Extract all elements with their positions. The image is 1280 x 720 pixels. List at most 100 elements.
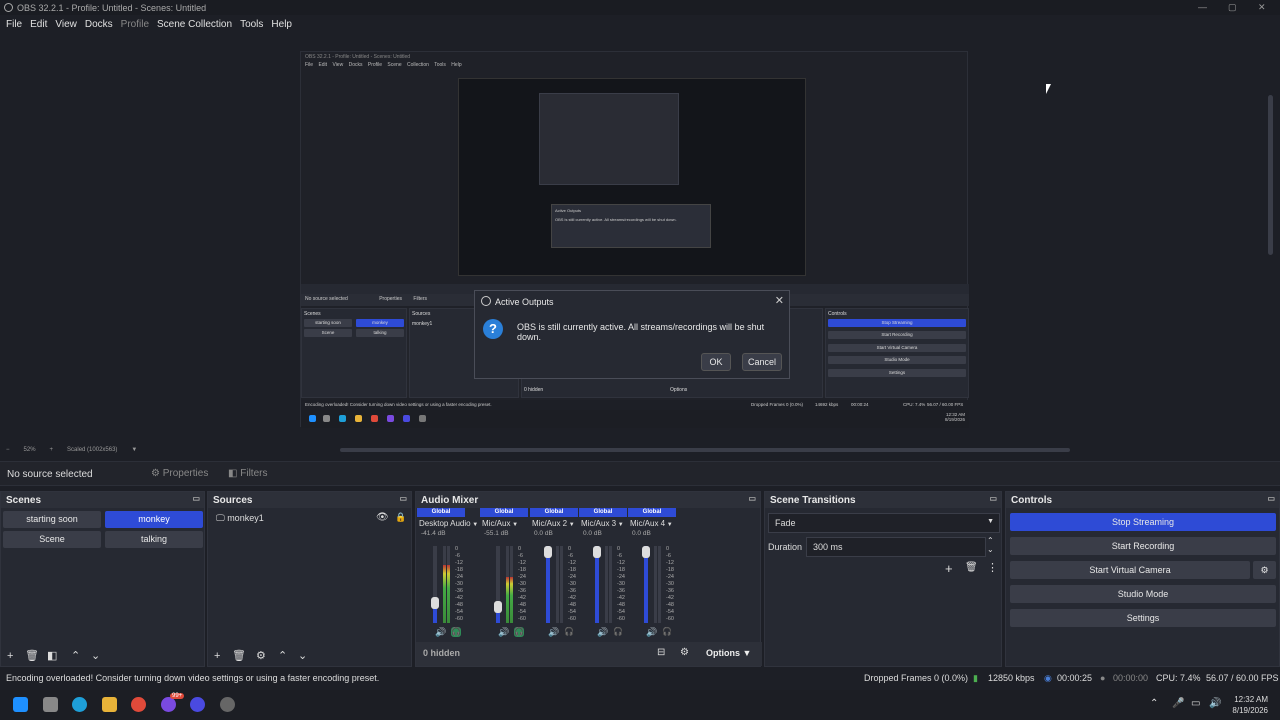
task-view-icon[interactable] [43,697,58,712]
settings-button[interactable]: Settings [1010,609,1276,627]
menu-help[interactable]: Help [271,19,292,30]
volume-handle[interactable] [494,601,502,614]
discord-icon[interactable] [161,697,176,712]
mute-icon[interactable]: 🔊 [597,627,608,638]
duration-stepper[interactable]: ⌃ ⌄ [987,536,994,554]
popout-icon[interactable]: ▭ [192,494,200,503]
monitor-headphones-icon[interactable]: 🎧 [564,627,574,637]
menu-edit[interactable]: Edit [30,19,47,30]
gear-icon[interactable]: ⚙ [256,649,266,662]
volume-slider[interactable] [642,546,650,623]
scene-item-talking[interactable]: talking [105,531,203,548]
duration-input[interactable]: 300 ms [806,537,986,557]
add-icon[interactable]: + [945,561,953,576]
studio-mode-button[interactable]: Studio Mode [1010,585,1276,603]
volume-handle[interactable] [593,546,601,558]
virtual-camera-settings-button[interactable]: ⚙ [1253,561,1276,579]
mute-icon[interactable]: 🔊 [498,627,509,638]
active-outputs-dialog: Active Outputs ✕ ? OBS is still currentl… [474,290,790,379]
eye-icon[interactable]: 👁 [376,512,389,523]
monitor-headphones-icon[interactable]: 🎧 [514,627,524,637]
folder-icon[interactable] [102,697,117,712]
transition-select[interactable]: Fade ▼ [768,513,1000,533]
mute-icon[interactable]: 🔊 [435,627,446,638]
properties-button[interactable]: ⚙ Properties [151,468,208,479]
obs-icon[interactable] [220,697,235,712]
trash-icon[interactable]: 🗑 [25,649,39,662]
menu-file[interactable]: File [6,19,22,30]
maximize-button[interactable]: ▢ [1228,2,1237,13]
minimize-button[interactable]: — [1198,2,1207,12]
volume-slider[interactable] [544,546,552,623]
menu-view[interactable]: View [55,19,77,30]
channel-name[interactable]: Mic/Aux 3 ▼ [579,517,627,530]
volume-slider[interactable] [431,546,439,623]
add-icon[interactable]: + [7,650,13,662]
chevron-down-icon: ▼ [616,522,624,528]
edge-icon[interactable] [72,697,87,712]
volume-handle[interactable] [642,546,650,558]
microphone-icon[interactable]: 🎤 [1172,698,1184,709]
close-button[interactable]: ✕ [1258,2,1266,13]
chevron-down-icon[interactable]: ▼ [131,447,137,453]
menu-profile[interactable]: Profile [121,19,149,30]
move-up-icon[interactable]: ⌃ [278,649,287,662]
channel-name[interactable]: Mic/Aux 4 ▼ [628,517,676,530]
chrome-icon[interactable] [131,697,146,712]
start-virtual-camera-button[interactable]: Start Virtual Camera [1010,561,1250,579]
add-icon[interactable]: + [214,650,220,662]
menu-tools[interactable]: Tools [240,19,263,30]
popout-icon[interactable]: ▭ [748,494,756,503]
meter-scale-tick: -54 [455,609,463,615]
scene-item-monkey[interactable]: monkey [105,511,203,528]
stop-streaming-button[interactable]: Stop Streaming [1010,513,1276,531]
mixer-options-button[interactable]: Options ▼ [706,648,751,658]
move-down-icon[interactable]: ⌄ [298,649,307,662]
start-recording-button[interactable]: Start Recording [1010,537,1276,555]
menu-docks[interactable]: Docks [85,19,113,30]
channel-name[interactable]: Desktop Audio ▼ [417,517,478,530]
popout-icon[interactable]: ▭ [399,494,407,503]
monitor-headphones-icon[interactable]: 🎧 [451,627,461,637]
monitor-headphones-icon[interactable]: 🎧 [662,627,672,637]
channel-name[interactable]: Mic/Aux 2 ▼ [530,517,578,530]
cancel-button[interactable]: Cancel [742,353,782,371]
windows-start-icon[interactable] [13,697,28,712]
move-down-icon[interactable]: ⌄ [91,649,100,662]
scene-item-starting-soon[interactable]: starting soon [3,511,101,528]
channel-name[interactable]: Mic/Aux ▼ [480,517,528,530]
menu-scene-collection[interactable]: Scene Collection [157,19,232,30]
source-label: monkey1 [227,513,264,523]
popout-icon[interactable]: ▭ [989,494,997,503]
volume-slider[interactable] [593,546,601,623]
close-icon[interactable]: ✕ [775,294,784,307]
filters-button[interactable]: ◧ Filters [228,468,267,479]
ok-button[interactable]: OK [701,353,731,371]
volume-icon[interactable]: 🔊 [1209,698,1221,709]
layout-icon[interactable]: ⊟ [657,647,665,658]
volume-handle[interactable] [431,596,439,609]
lock-icon[interactable]: 🔒 [395,512,406,523]
more-icon[interactable]: ⋮ [987,561,998,574]
settings-icon[interactable]: ⚙ [680,647,689,658]
zoom-out-button[interactable]: − [6,447,10,453]
trash-icon[interactable]: 🗑 [965,562,978,573]
monitor-headphones-icon[interactable]: 🎧 [613,627,623,637]
move-up-icon[interactable]: ⌃ [71,649,80,662]
scene-item-scene[interactable]: Scene [3,531,101,548]
mute-icon[interactable]: 🔊 [646,627,657,638]
zoom-in-button[interactable]: + [50,447,54,453]
source-item[interactable]: 🖵 monkey1 [216,513,264,524]
network-icon[interactable]: ▭ [1191,698,1200,709]
volume-handle[interactable] [544,546,552,558]
preview-scrollbar[interactable] [1268,95,1273,255]
tray-expand-icon[interactable]: ⌃ [1150,698,1158,709]
preview-horizontal-scrollbar[interactable] [340,448,1070,452]
volume-slider[interactable] [494,546,502,623]
app-icon[interactable] [190,697,205,712]
mute-icon[interactable]: 🔊 [548,627,559,638]
trash-icon[interactable]: 🗑 [232,649,246,662]
filter-icon[interactable]: ◧ [47,649,57,662]
clock[interactable]: 12:32 AM 8/19/2026 [1232,694,1268,716]
popout-icon[interactable]: ▭ [1267,494,1275,503]
